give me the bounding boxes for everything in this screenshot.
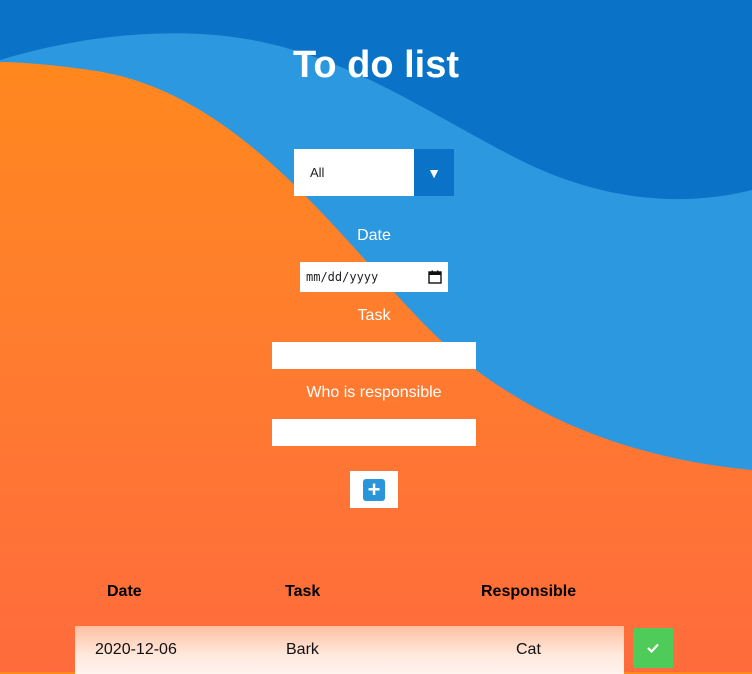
table-header-date: Date <box>107 583 142 600</box>
mark-done-button[interactable] <box>633 628 673 668</box>
row-responsible: Cat <box>516 641 541 658</box>
check-icon <box>647 643 659 653</box>
responsible-input[interactable] <box>272 419 476 446</box>
table-header-responsible: Responsible <box>481 583 577 600</box>
calendar-icon[interactable] <box>428 270 442 284</box>
page-title: To do list <box>292 44 460 86</box>
table-header-task: Task <box>285 583 321 600</box>
row-date: 2020-12-06 <box>95 641 177 658</box>
date-input[interactable]: mm/dd/yyyy <box>300 262 448 292</box>
plus-square-icon: + <box>363 478 385 501</box>
add-task-button[interactable]: + <box>350 471 398 508</box>
filter-selected-value: All <box>310 165 325 180</box>
row-task: Bark <box>286 641 319 658</box>
date-label: Date <box>357 227 391 244</box>
task-label: Task <box>357 307 391 324</box>
date-placeholder: mm/dd/yyyy <box>306 270 379 284</box>
task-input[interactable] <box>272 342 476 369</box>
filter-select[interactable]: All ▼ <box>294 149 454 196</box>
responsible-label: Who is responsible <box>306 384 442 401</box>
chevron-down-icon[interactable]: ▼ <box>414 149 454 196</box>
